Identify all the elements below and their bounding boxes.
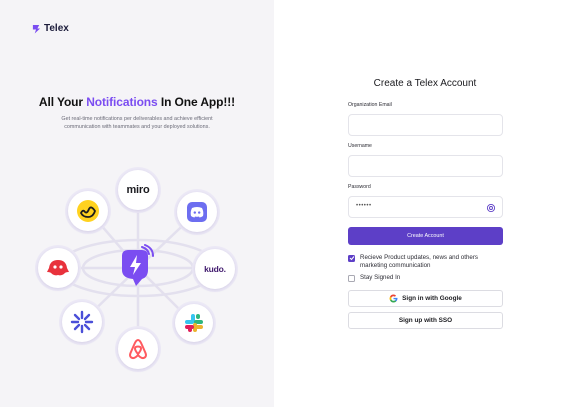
integrations-diagram: miro kudo. — [0, 0, 274, 407]
password-field[interactable]: •••••• — [348, 196, 503, 218]
create-account-button[interactable]: Create Account — [348, 227, 503, 245]
stay-signed-checkbox[interactable] — [348, 274, 355, 282]
slack-icon — [185, 314, 203, 332]
updates-checkbox-row[interactable]: Recieve Product updates, news and others… — [348, 254, 502, 270]
username-label: Username — [348, 143, 372, 149]
miro-node: miro — [118, 170, 158, 210]
eye-icon[interactable] — [486, 203, 496, 213]
airbnb-icon — [129, 339, 147, 360]
sso-signup-button[interactable]: Sign up with SSO — [348, 312, 503, 329]
org-email-label: Organization Email — [348, 102, 392, 108]
google-signin-label: Sign in with Google — [402, 295, 462, 302]
org-email-field[interactable] — [348, 114, 503, 136]
stay-signed-row[interactable]: Stay Signed In — [348, 274, 400, 282]
zapier-node — [62, 302, 102, 342]
kudo-node: kudo. — [195, 249, 235, 289]
kudo-logo: kudo. — [204, 264, 226, 274]
username-field[interactable] — [348, 155, 503, 177]
slack-node — [175, 304, 213, 342]
zapier-icon — [70, 310, 94, 334]
bell-lightning-icon — [122, 244, 154, 286]
password-value: •••••• — [356, 203, 372, 209]
form-title: Create a Telex Account — [373, 78, 477, 89]
discord-icon — [187, 202, 207, 222]
airbnb-node — [118, 329, 158, 369]
checkmark-icon — [349, 256, 354, 261]
stay-signed-label: Stay Signed In — [360, 274, 401, 281]
discord-node — [177, 192, 217, 232]
miro-logo: miro — [126, 184, 150, 196]
red-bird-node — [38, 248, 78, 288]
hero-panel: Telex All Your Notifications In One App!… — [0, 0, 274, 407]
google-icon — [389, 294, 398, 303]
basecamp-node — [68, 191, 108, 231]
google-signin-button[interactable]: Sign in with Google — [348, 290, 503, 307]
updates-checkbox[interactable] — [348, 254, 355, 262]
basecamp-icon — [77, 200, 99, 222]
red-bird-icon — [47, 260, 69, 276]
password-label: Password — [348, 184, 371, 190]
updates-checkbox-label: Recieve Product updates, news and others… — [360, 254, 478, 269]
sso-signup-label: Sign up with SSO — [398, 317, 453, 324]
